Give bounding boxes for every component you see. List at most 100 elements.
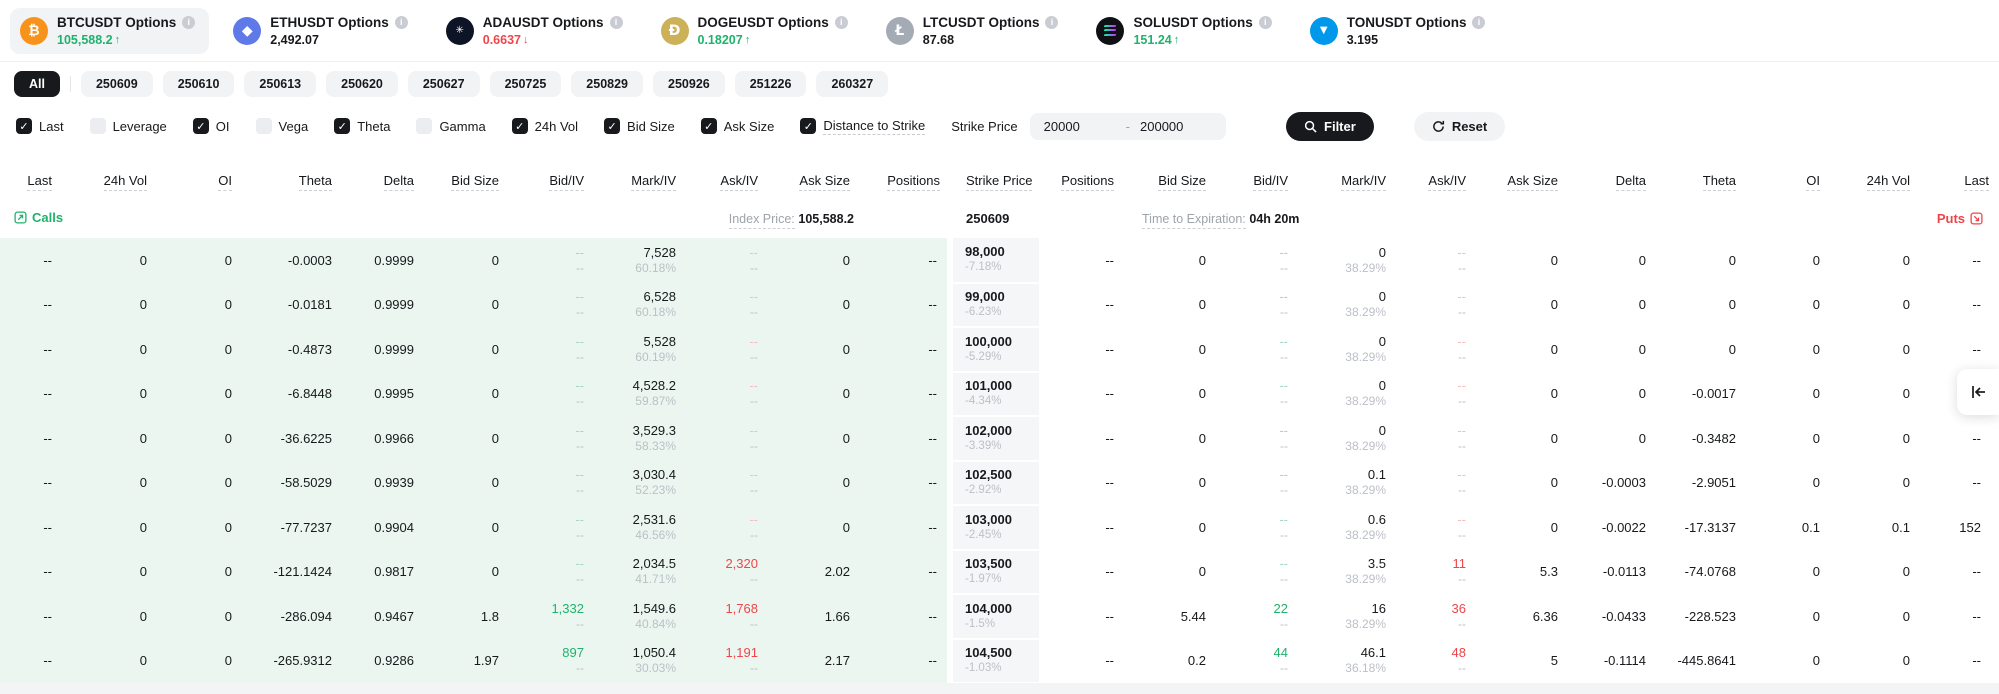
filter-checkbox-oi[interactable]: ✓OI xyxy=(193,118,230,134)
option-row-104-500[interactable]: --00-265.93120.92861.97897--1,050.430.03… xyxy=(0,639,1999,684)
bid-cell[interactable]: ---- xyxy=(509,238,594,283)
option-row-98-000[interactable]: --00-0.00030.99990----7,52860.18%----0--… xyxy=(0,238,1999,283)
ask-cell[interactable]: 1,768-- xyxy=(686,594,768,639)
bid-cell[interactable]: ---- xyxy=(509,505,594,550)
call-last-cell: -- xyxy=(0,594,62,639)
ask-cell[interactable]: ---- xyxy=(1396,461,1476,506)
bid-cell[interactable]: ---- xyxy=(1216,238,1298,283)
bid-cell[interactable]: ---- xyxy=(509,461,594,506)
info-icon[interactable]: i xyxy=(1472,16,1485,29)
bid-cell[interactable]: ---- xyxy=(509,416,594,461)
column-header-oi: OI xyxy=(157,160,242,198)
option-row-102-000[interactable]: --00-36.62250.99660----3,529.358.33%----… xyxy=(0,416,1999,461)
filter-button[interactable]: Filter xyxy=(1286,112,1374,141)
puts-section-label[interactable]: Puts xyxy=(1937,211,1983,226)
info-icon[interactable]: i xyxy=(1045,16,1058,29)
option-row-104-000[interactable]: --00-286.0940.94671.81,332--1,549.640.84… xyxy=(0,594,1999,639)
ask-cell[interactable]: ---- xyxy=(1396,416,1476,461)
bid-cell[interactable]: 22-- xyxy=(1216,594,1298,639)
reset-button[interactable]: Reset xyxy=(1414,112,1505,141)
ask-cell[interactable]: ---- xyxy=(686,416,768,461)
filter-checkbox-ask-size[interactable]: ✓Ask Size xyxy=(701,118,775,134)
bid-cell[interactable]: ---- xyxy=(1216,550,1298,595)
asset-tab-doge[interactable]: ĐDOGEUSDT Optionsi0.18207↑ xyxy=(651,8,862,54)
ask-cell[interactable]: 36-- xyxy=(1396,594,1476,639)
filter-checkbox-gamma[interactable]: Gamma xyxy=(416,118,485,134)
expiry-tab-250627[interactable]: 250627 xyxy=(408,71,480,97)
ask-cell[interactable]: ---- xyxy=(1396,283,1476,328)
bid-cell[interactable]: 1,332-- xyxy=(509,594,594,639)
bid-cell[interactable]: 897-- xyxy=(509,639,594,684)
option-row-99-000[interactable]: --00-0.01810.99990----6,52860.18%----0--… xyxy=(0,283,1999,328)
filter-checkbox-theta[interactable]: ✓Theta xyxy=(334,118,390,134)
filter-checkbox-last[interactable]: ✓Last xyxy=(16,118,64,134)
asset-tab-ltc[interactable]: ŁLTCUSDT Optionsi87.68 xyxy=(876,8,1073,54)
bid-cell[interactable]: ---- xyxy=(1216,416,1298,461)
option-row-100-000[interactable]: --00-0.48730.99990----5,52860.19%----0--… xyxy=(0,327,1999,372)
option-row-103-000[interactable]: --00-77.72370.99040----2,531.646.56%----… xyxy=(0,505,1999,550)
option-row-103-500[interactable]: --00-121.14240.98170----2,034.541.71%2,3… xyxy=(0,550,1999,595)
mark-cell: 2,531.646.56% xyxy=(594,505,686,550)
expiry-tab-250610[interactable]: 250610 xyxy=(163,71,235,97)
expiry-tab-250725[interactable]: 250725 xyxy=(490,71,562,97)
option-row-102-500[interactable]: --00-58.50290.99390----3,030.452.23%----… xyxy=(0,461,1999,506)
ask-cell[interactable]: ---- xyxy=(1396,372,1476,417)
asset-tab-sol[interactable]: SOLUSDT Optionsi151.24↑ xyxy=(1086,8,1285,54)
ask-cell[interactable]: ---- xyxy=(1396,505,1476,550)
strike-max-input[interactable] xyxy=(1140,119,1212,134)
ask-cell[interactable]: 1,191-- xyxy=(686,639,768,684)
expiry-tab-250620[interactable]: 250620 xyxy=(326,71,398,97)
info-icon[interactable]: i xyxy=(395,16,408,29)
ask-cell[interactable]: ---- xyxy=(686,461,768,506)
bid-cell[interactable]: 44-- xyxy=(1216,639,1298,684)
expiry-tab-250926[interactable]: 250926 xyxy=(653,71,725,97)
bid-cell[interactable]: ---- xyxy=(1216,283,1298,328)
put-positions-cell: -- xyxy=(1042,550,1124,595)
ask-cell[interactable]: 48-- xyxy=(1396,639,1476,684)
call-24hvol-cell: 0 xyxy=(62,594,157,639)
call-last-cell: -- xyxy=(0,283,62,328)
asset-tab-eth[interactable]: ◆ETHUSDT Optionsi2,492.07 xyxy=(223,8,422,54)
asset-tab-ton[interactable]: ▼TONUSDT Optionsi3.195 xyxy=(1300,8,1500,54)
ask-cell[interactable]: ---- xyxy=(1396,327,1476,372)
strike-min-input[interactable] xyxy=(1044,119,1116,134)
expiry-tab-250829[interactable]: 250829 xyxy=(571,71,643,97)
expiry-tab-251226[interactable]: 251226 xyxy=(735,71,807,97)
bid-cell[interactable]: ---- xyxy=(509,372,594,417)
bottom-scroll-track[interactable] xyxy=(0,683,1999,694)
ask-cell[interactable]: ---- xyxy=(686,327,768,372)
ask-cell[interactable]: 2,320-- xyxy=(686,550,768,595)
asset-tab-btc[interactable]: ₿BTCUSDT Optionsi105,588.2↑ xyxy=(10,8,209,54)
ask-cell[interactable]: ---- xyxy=(686,505,768,550)
expiry-tab-260327[interactable]: 260327 xyxy=(816,71,888,97)
bid-cell[interactable]: ---- xyxy=(1216,505,1298,550)
bid-cell[interactable]: ---- xyxy=(509,283,594,328)
filter-checkbox-24h-vol[interactable]: ✓24h Vol xyxy=(512,118,578,134)
info-icon[interactable]: i xyxy=(835,16,848,29)
filter-checkbox-distance-to-strike[interactable]: ✓Distance to Strike xyxy=(800,118,925,135)
expiry-tab-all[interactable]: All xyxy=(14,71,60,97)
option-row-101-000[interactable]: --00-6.84480.99950----4,528.259.87%----0… xyxy=(0,372,1999,417)
collapse-panel-button[interactable] xyxy=(1957,369,1999,415)
bid-cell[interactable]: ---- xyxy=(509,327,594,372)
expiry-tab-250609[interactable]: 250609 xyxy=(81,71,153,97)
info-icon[interactable]: i xyxy=(1259,16,1272,29)
info-icon[interactable]: i xyxy=(610,16,623,29)
expiry-tab-250613[interactable]: 250613 xyxy=(244,71,316,97)
filter-checkbox-leverage[interactable]: Leverage xyxy=(90,118,167,134)
info-icon[interactable]: i xyxy=(182,16,195,29)
bid-cell[interactable]: ---- xyxy=(1216,327,1298,372)
ask-cell[interactable]: ---- xyxy=(686,283,768,328)
filter-checkbox-vega[interactable]: Vega xyxy=(256,118,309,134)
ask-cell[interactable]: ---- xyxy=(686,238,768,283)
bid-cell[interactable]: ---- xyxy=(1216,461,1298,506)
ask-cell[interactable]: 11-- xyxy=(1396,550,1476,595)
asset-tab-ada[interactable]: ✳ADAUSDT Optionsi0.6637↓ xyxy=(436,8,637,54)
bid-cell[interactable]: ---- xyxy=(1216,372,1298,417)
filter-checkbox-bid-size[interactable]: ✓Bid Size xyxy=(604,118,675,134)
bid-cell[interactable]: ---- xyxy=(509,550,594,595)
ask-cell[interactable]: ---- xyxy=(1396,238,1476,283)
ask-cell[interactable]: ---- xyxy=(686,372,768,417)
column-header-oi: OI xyxy=(1746,160,1830,198)
calls-section-label[interactable]: Calls xyxy=(14,210,63,225)
